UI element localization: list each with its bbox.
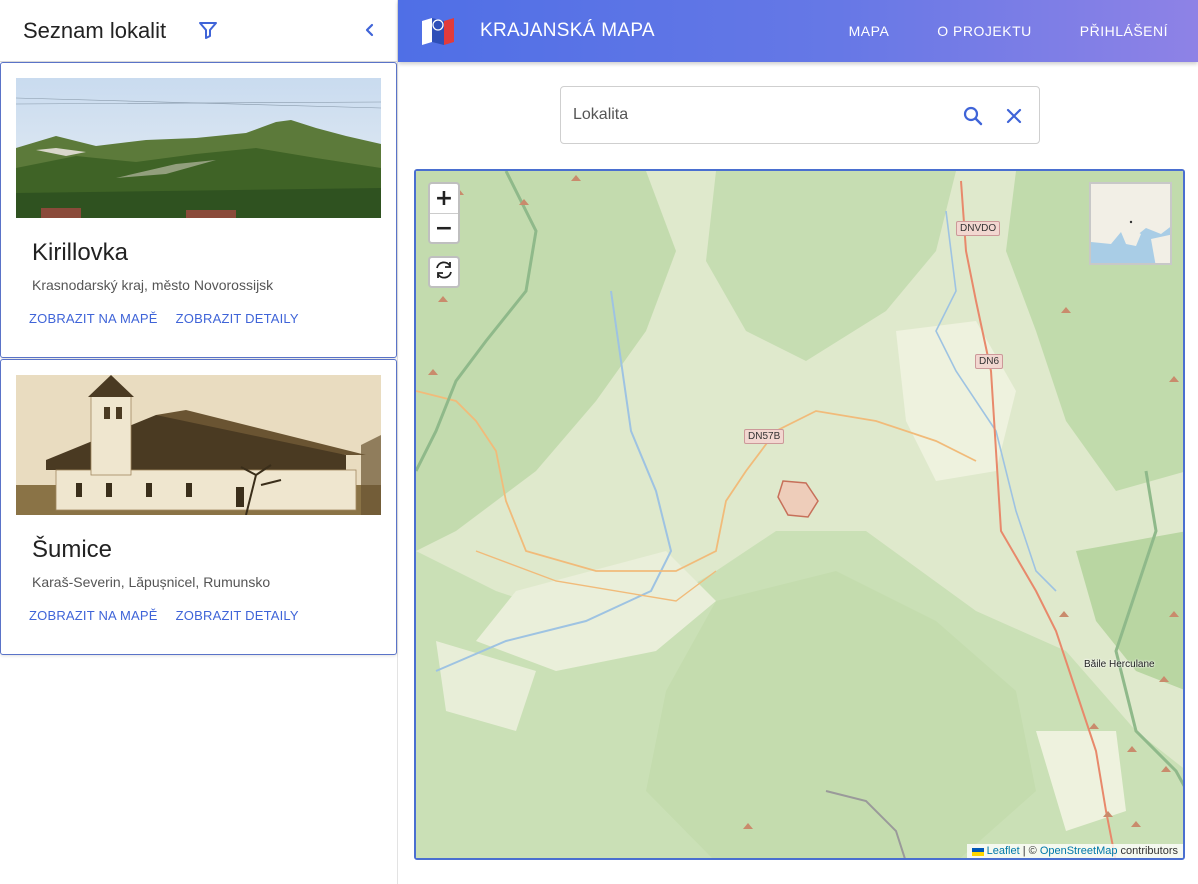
location-photo [16, 375, 381, 515]
nav-map[interactable]: MAPA [849, 23, 890, 39]
show-details-button[interactable]: ZOBRAZIT DETAILY [176, 608, 299, 623]
zoom-out-button[interactable]: − [430, 213, 458, 242]
card-actions: ZOBRAZIT NA MAPĚ ZOBRAZIT DETAILY [29, 311, 299, 326]
map-view[interactable]: DNVDO DN6 DN57B Băile Herculane + − Leaf [414, 169, 1185, 860]
zoom-control: + − [428, 182, 460, 244]
show-on-map-button[interactable]: ZOBRAZIT NA MAPĚ [29, 311, 158, 326]
leaflet-link[interactable]: Leaflet [987, 845, 1020, 857]
reset-view-button[interactable] [428, 256, 460, 288]
main-nav: MAPA O PROJEKTU PŘIHLÁŠENÍ [849, 0, 1198, 62]
road-label: DNVDO [956, 221, 1001, 236]
location-name: Šumice [32, 536, 113, 563]
search-input[interactable] [573, 103, 933, 127]
overview-minimap[interactable] [1089, 182, 1172, 265]
app-title[interactable]: KRAJANSKÁ MAPA [480, 20, 655, 42]
osm-link[interactable]: OpenStreetMap [1040, 845, 1118, 857]
close-icon[interactable] [1002, 104, 1026, 128]
attribution-suffix: contributors [1117, 845, 1178, 857]
filter-icon[interactable] [196, 18, 220, 42]
map-logo-icon[interactable] [420, 15, 456, 45]
chevron-left-icon[interactable] [358, 18, 380, 42]
sidebar-title: Seznam lokalit [23, 17, 167, 43]
location-search [560, 86, 1040, 144]
nav-about[interactable]: O PROJEKTU [937, 23, 1031, 39]
road-label: DN57B [744, 429, 785, 444]
location-name: Kirillovka [32, 239, 129, 266]
location-card: Kirillovka Krasnodarský kraj, město Novo… [0, 62, 397, 358]
show-details-button[interactable]: ZOBRAZIT DETAILY [176, 311, 299, 326]
location-photo [16, 78, 381, 218]
show-on-map-button[interactable]: ZOBRAZIT NA MAPĚ [29, 608, 158, 623]
sidebar: Seznam lokalit Kirillovka Krasnodarský k… [0, 0, 398, 884]
refresh-icon [433, 259, 455, 286]
sidebar-header: Seznam lokalit [0, 0, 397, 62]
zoom-in-button[interactable]: + [430, 184, 458, 213]
location-region: Karaš-Severin, Lăpușnicel, Rumunsko [32, 574, 271, 590]
map-tiles [416, 171, 1183, 858]
search-icon[interactable] [961, 104, 985, 128]
app-header: KRAJANSKÁ MAPA MAPA O PROJEKTU PŘIHLÁŠEN… [398, 0, 1198, 62]
location-region: Krasnodarský kraj, město Novorossijsk [32, 277, 274, 293]
map-attribution: Leaflet | © OpenStreetMap contributors [966, 844, 1183, 858]
nav-login[interactable]: PŘIHLÁŠENÍ [1080, 23, 1168, 39]
ukraine-flag-icon [971, 847, 984, 857]
card-actions: ZOBRAZIT NA MAPĚ ZOBRAZIT DETAILY [29, 608, 299, 623]
attribution-separator: | © [1019, 845, 1040, 857]
location-card: Šumice Karaš-Severin, Lăpușnicel, Rumuns… [0, 359, 397, 655]
place-label: Băile Herculane [1084, 659, 1155, 670]
road-label: DN6 [975, 354, 1004, 369]
